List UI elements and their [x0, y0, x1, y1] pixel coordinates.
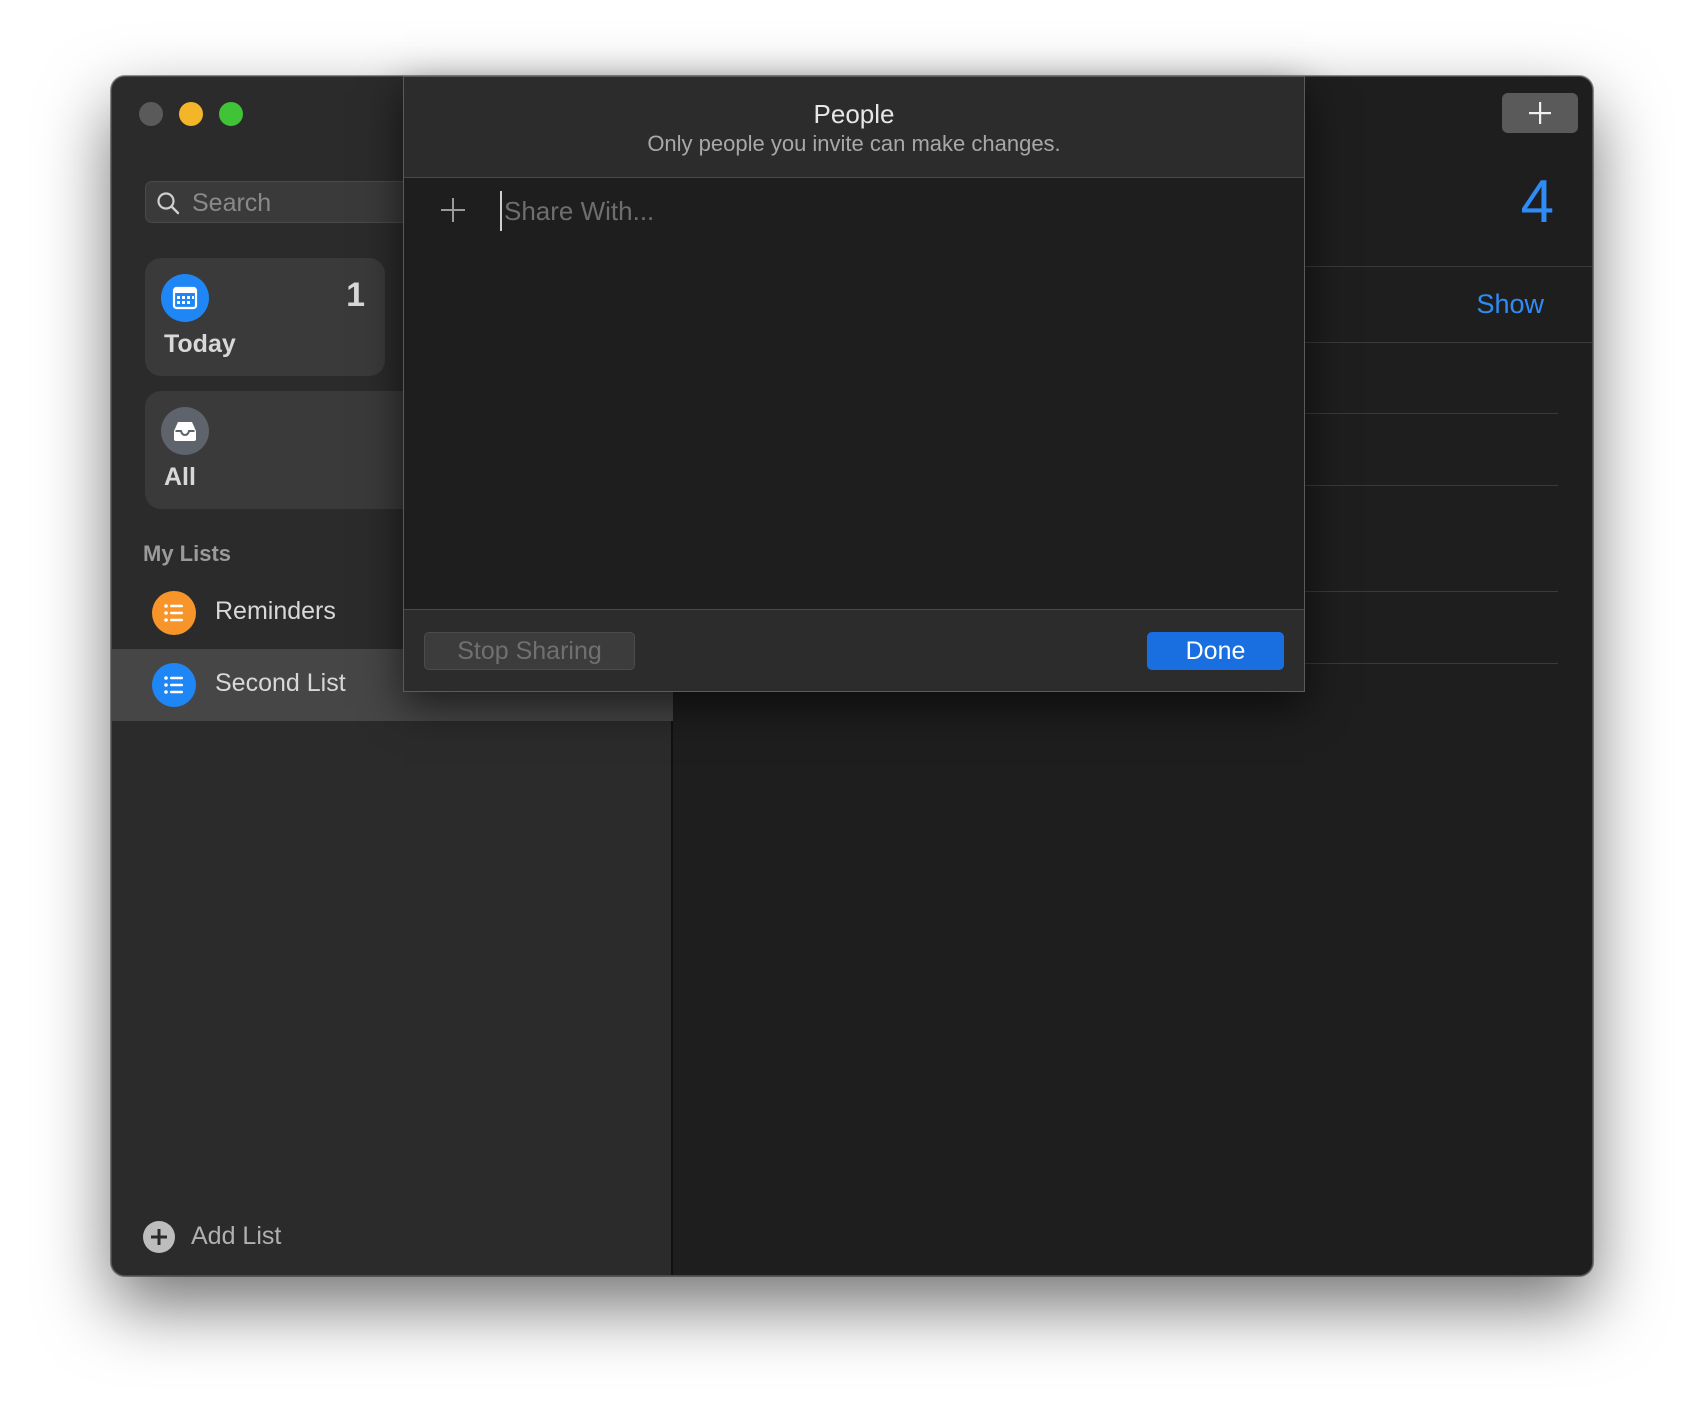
- people-sheet: People Only people you invite can make c…: [403, 76, 1305, 692]
- calendar-icon: [161, 274, 209, 322]
- plus-circle-icon: [143, 1221, 175, 1253]
- reminder-count: 4: [1520, 168, 1554, 235]
- close-window-button[interactable]: [139, 102, 163, 126]
- today-count: 1: [346, 276, 365, 314]
- my-lists-heading: My Lists: [143, 541, 232, 566]
- add-reminder-button[interactable]: [1502, 93, 1578, 133]
- people-sheet-subtitle: Only people you invite can make changes.: [647, 131, 1061, 156]
- show-completed-link[interactable]: Show: [1476, 289, 1544, 320]
- smart-list-today[interactable]: 1 Today: [145, 258, 385, 376]
- add-list-label: Add List: [191, 1222, 282, 1250]
- share-with-input[interactable]: [500, 191, 1260, 231]
- all-label: All: [164, 463, 196, 491]
- search-placeholder: Search: [192, 189, 272, 217]
- minimize-window-button[interactable]: [179, 102, 203, 126]
- stop-sharing-button[interactable]: Stop Sharing: [424, 632, 635, 670]
- plus-icon: [1529, 102, 1551, 124]
- tray-icon: [161, 407, 209, 455]
- list-bullet-icon: [152, 663, 196, 707]
- list-label-reminders: Reminders: [215, 597, 336, 625]
- list-bullet-icon: [152, 591, 196, 635]
- people-sheet-title: People: [813, 99, 895, 129]
- today-label: Today: [164, 330, 236, 358]
- done-button[interactable]: Done: [1147, 632, 1284, 670]
- people-sheet-header: People Only people you invite can make c…: [404, 77, 1304, 178]
- add-person-plus-icon[interactable]: [440, 197, 466, 223]
- list-label-second-list: Second List: [215, 669, 346, 697]
- zoom-window-button[interactable]: [219, 102, 243, 126]
- search-icon: [157, 192, 180, 215]
- people-sheet-footer: Stop Sharing Done: [404, 609, 1304, 691]
